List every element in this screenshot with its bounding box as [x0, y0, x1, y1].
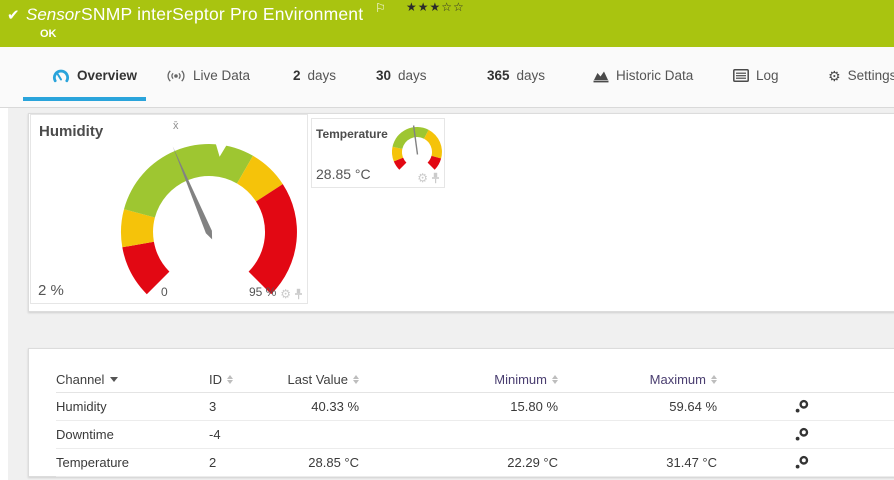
- status-ok-check-icon: ✔: [7, 7, 20, 24]
- temperature-gauge-title: Temperature: [316, 127, 388, 141]
- area-chart-icon: [593, 71, 609, 82]
- humidity-gauge-tile: Humidity x̄ 2 % 0 95 % ⚙: [30, 114, 308, 304]
- broadcast-icon: [167, 69, 185, 82]
- humidity-scale-min-label: 0: [161, 285, 168, 299]
- channel-id-cell: -4: [209, 427, 221, 442]
- tab-30-days[interactable]: 30 days: [376, 47, 427, 104]
- tab-log-label: Log: [756, 68, 779, 83]
- tab-30-days-label: days: [398, 68, 427, 83]
- table-header-row: Channel ID Last Value Minimum Maximum: [56, 367, 894, 393]
- table-row-downtime: Downtime -4: [56, 421, 894, 449]
- tab-live-data-label: Live Data: [193, 68, 251, 83]
- tab-2-days-number: 2: [293, 68, 301, 83]
- column-header-id-label: ID: [209, 372, 222, 387]
- tab-live-data[interactable]: Live Data: [166, 47, 250, 104]
- column-header-id[interactable]: ID: [209, 372, 281, 387]
- tab-historic-data[interactable]: Historic Data: [593, 47, 693, 104]
- gear-icon[interactable]: ⚙: [417, 172, 428, 184]
- last-value-cell: 40.33 %: [311, 399, 359, 414]
- prtg-sensor-page: ✔ Sensor SNMP interSeptor Pro Environmen…: [0, 0, 894, 480]
- content-area: Humidity x̄ 2 % 0 95 % ⚙ Temperature 28.…: [8, 108, 894, 480]
- sort-icon: [227, 375, 233, 384]
- tab-365-days[interactable]: 365 days: [487, 47, 545, 104]
- minimum-cell: 22.29 °C: [507, 455, 558, 470]
- sort-icon: [711, 375, 717, 384]
- maximum-cell: 31.47 °C: [666, 455, 717, 470]
- temperature-gauge-tile: Temperature 28.85 °C ⚙: [311, 118, 445, 188]
- temperature-tile-tools: ⚙: [417, 172, 440, 184]
- humidity-gauge-value: 2 %: [38, 282, 64, 299]
- tab-365-days-label: days: [516, 68, 546, 83]
- maximum-cell: 59.64 %: [669, 399, 717, 414]
- channel-id-cell: 2: [209, 455, 217, 470]
- table-row-humidity: Humidity 3 40.33 % 15.80 % 59.64 %: [56, 393, 894, 421]
- column-header-minimum-label: Minimum: [494, 372, 547, 387]
- overview-gauges-panel: Humidity x̄ 2 % 0 95 % ⚙ Temperature 28.…: [28, 113, 894, 312]
- priority-stars-rating[interactable]: ★★★☆☆: [406, 0, 465, 14]
- column-header-channel-label: Channel: [56, 372, 105, 387]
- sensor-header: ✔ Sensor SNMP interSeptor Pro Environmen…: [0, 0, 894, 47]
- channel-settings-icon[interactable]: [794, 455, 809, 470]
- tab-historic-data-label: Historic Data: [616, 68, 694, 83]
- gauge-icon: [53, 69, 69, 82]
- minimum-cell: 15.80 %: [510, 399, 558, 414]
- channel-table-panel: Channel ID Last Value Minimum Maximum Hu…: [28, 348, 894, 477]
- column-header-last-value-label: Last Value: [287, 372, 348, 387]
- humidity-gauge: [120, 141, 297, 295]
- temperature-gauge-value: 28.85 °C: [316, 166, 371, 182]
- humidity-tile-tools: ⚙: [280, 288, 303, 300]
- active-tab-underline: [23, 97, 146, 101]
- gear-icon: ⚙: [828, 67, 841, 84]
- sort-desc-icon: [110, 377, 119, 382]
- sensor-status-badge: OK: [40, 28, 57, 40]
- column-header-maximum-label: Maximum: [649, 372, 706, 387]
- channel-settings-icon[interactable]: [794, 399, 809, 414]
- tab-settings-label: Settings: [847, 68, 894, 83]
- humidity-gauge-title: Humidity: [39, 123, 104, 140]
- object-kind-label: Sensor: [26, 5, 80, 24]
- column-header-minimum[interactable]: Minimum: [359, 372, 558, 387]
- tab-2-days[interactable]: 2 days: [293, 47, 336, 104]
- tab-overview[interactable]: Overview: [52, 47, 137, 104]
- priority-flag-icon[interactable]: ⚐: [375, 1, 386, 15]
- pin-icon[interactable]: [294, 288, 303, 300]
- column-header-last-value[interactable]: Last Value: [281, 372, 359, 387]
- last-value-cell: 28.85 °C: [308, 455, 359, 470]
- tab-bar: Overview Live Data 2 days 30 days 365 da…: [0, 47, 894, 108]
- humidity-scale-max-label: 95 %: [249, 285, 277, 299]
- channel-name-cell[interactable]: Downtime: [56, 427, 209, 442]
- tab-2-days-label: days: [307, 68, 337, 83]
- channel-name-cell[interactable]: Humidity: [56, 399, 209, 414]
- pin-icon[interactable]: [431, 172, 440, 184]
- average-marker-label: x̄: [173, 120, 179, 132]
- channel-settings-icon[interactable]: [794, 427, 809, 442]
- channel-name-cell[interactable]: Temperature: [56, 455, 209, 470]
- channel-id-cell: 3: [209, 399, 217, 414]
- gear-icon[interactable]: ⚙: [280, 288, 291, 300]
- tab-log[interactable]: Log: [733, 47, 779, 104]
- tab-overview-label: Overview: [77, 68, 138, 83]
- table-row-temperature: Temperature 2 28.85 °C 22.29 °C 31.47 °C: [56, 449, 894, 477]
- tab-settings[interactable]: ⚙ Settings: [828, 47, 894, 104]
- log-list-icon: [733, 69, 749, 82]
- tab-30-days-number: 30: [376, 68, 392, 83]
- sensor-title: SNMP interSeptor Pro Environment: [81, 4, 364, 24]
- channel-table: Channel ID Last Value Minimum Maximum Hu…: [29, 349, 894, 477]
- tab-365-days-number: 365: [487, 68, 510, 83]
- column-header-maximum[interactable]: Maximum: [558, 372, 717, 387]
- column-header-channel[interactable]: Channel: [56, 372, 209, 387]
